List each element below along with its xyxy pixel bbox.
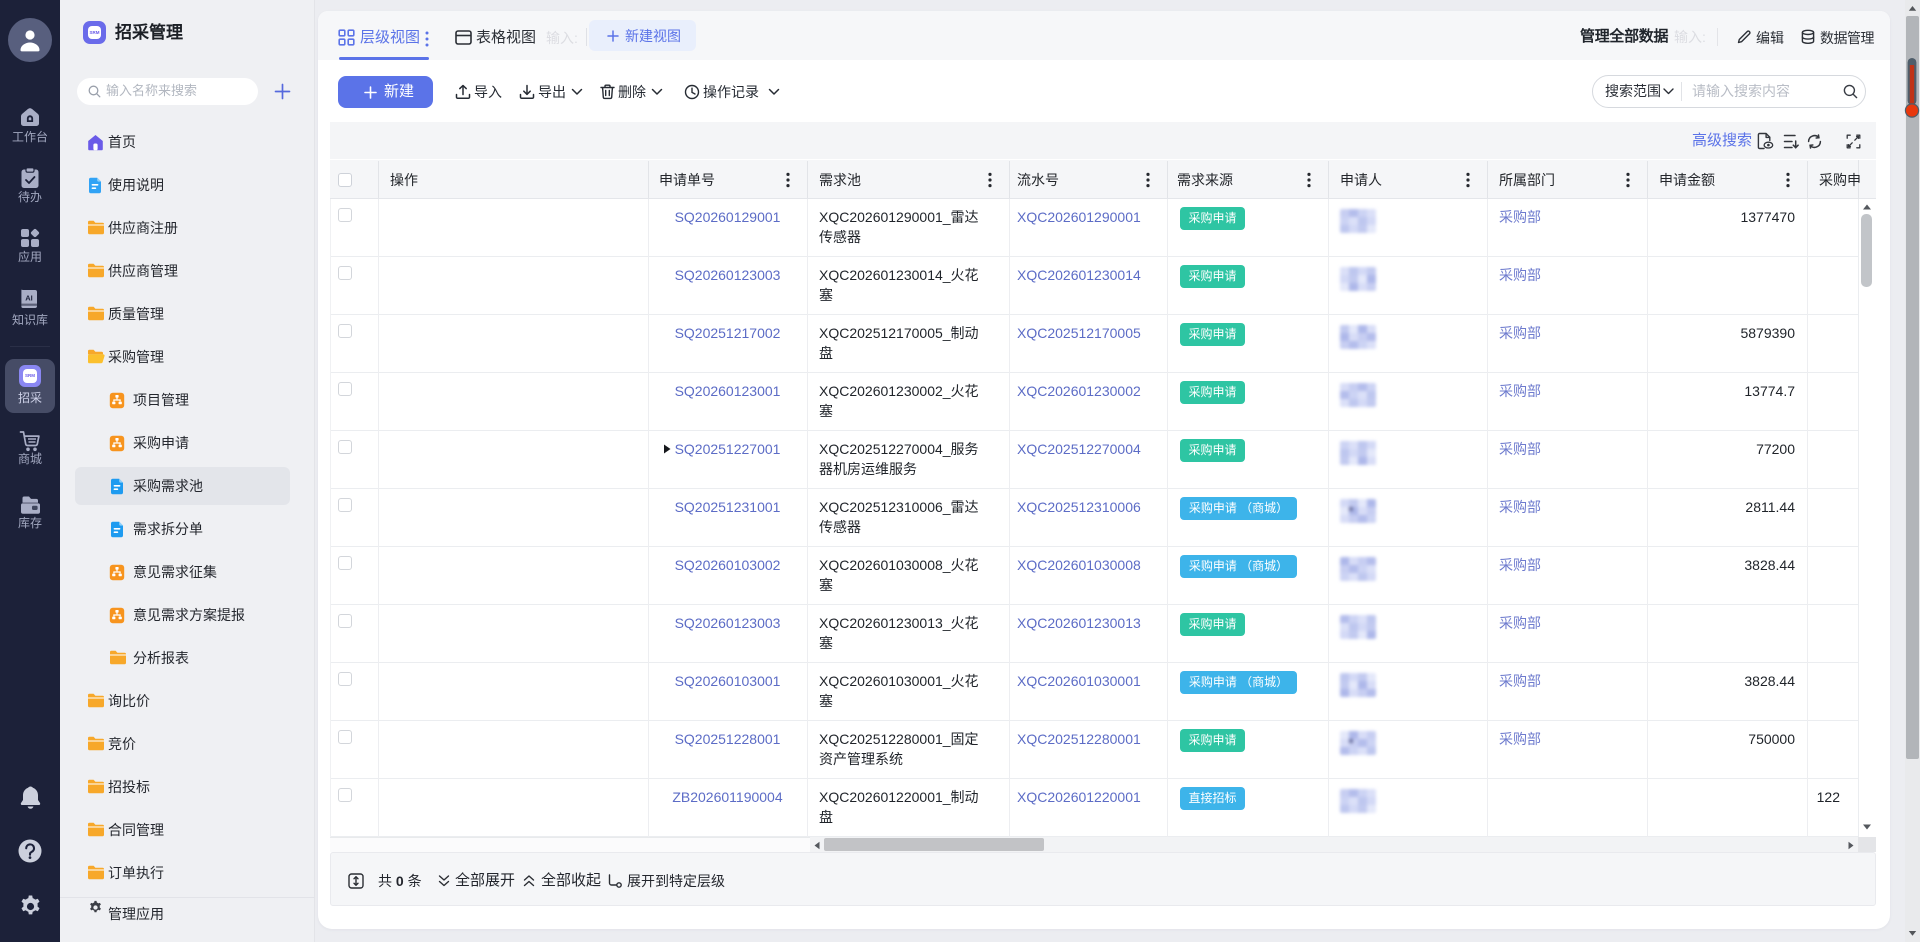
svg-text:AI: AI: [25, 294, 33, 303]
